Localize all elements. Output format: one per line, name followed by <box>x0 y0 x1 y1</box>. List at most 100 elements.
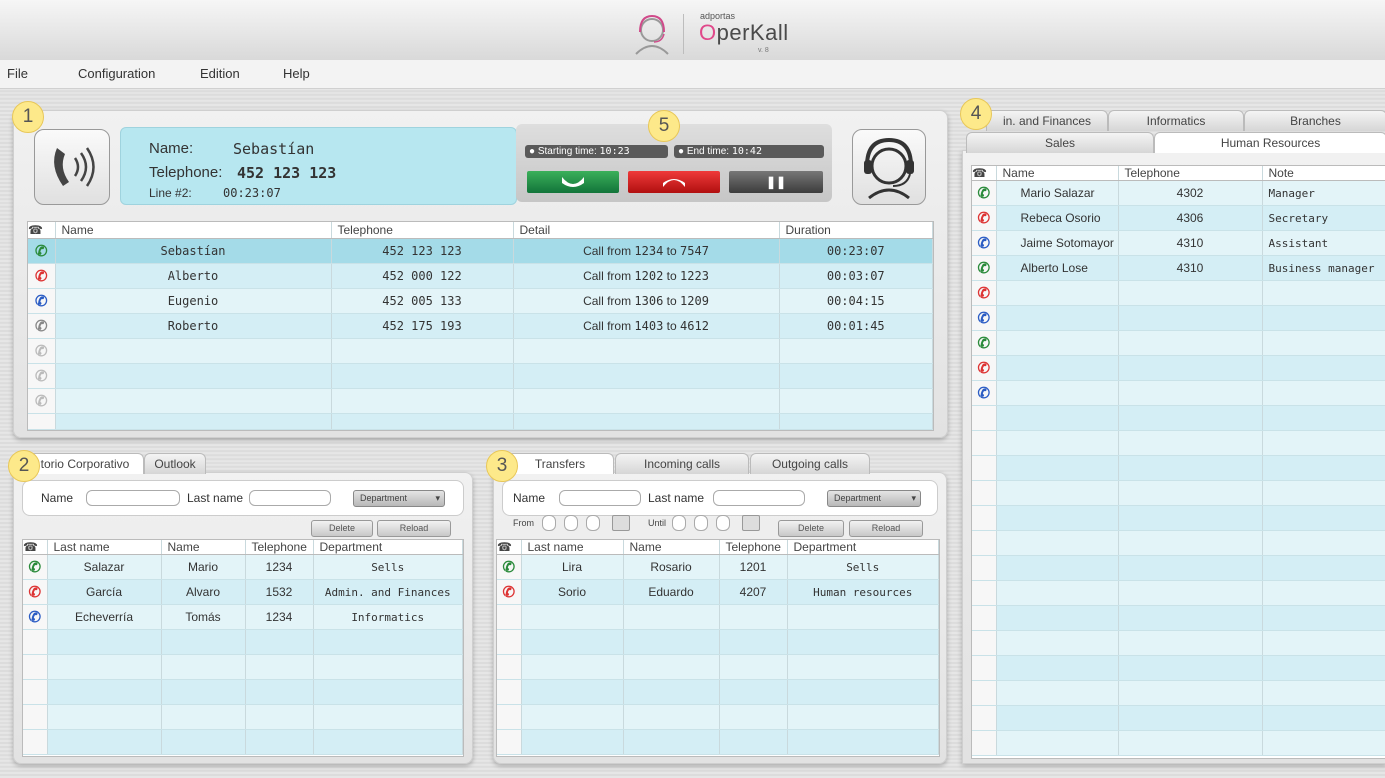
contact-row[interactable]: ✆ Salazar Mario 1234 Sells <box>23 554 463 580</box>
incoming-call-icon: ✆ <box>502 559 516 576</box>
call-row[interactable]: ✆ Sebastían 452 123 123 Call from 1234 t… <box>28 238 933 264</box>
contact-row[interactable]: ✆ García Alvaro 1532 Admin. and Finances <box>23 579 463 605</box>
employee-note: Secretary <box>1262 205 1385 231</box>
tab-corporate-directory[interactable]: torio Corporativo <box>26 453 144 474</box>
name-filter-input[interactable] <box>559 490 641 506</box>
col-header-telephone[interactable]: Telephone <box>331 222 514 239</box>
employee-row[interactable]: ✆ Mario Salazar 4302 Manager <box>972 180 1385 206</box>
reload-button[interactable]: Reload <box>849 520 923 537</box>
until-month-input[interactable] <box>694 515 708 531</box>
tab-branches[interactable]: Branches <box>1244 110 1385 131</box>
empty-row <box>23 654 463 680</box>
until-day-input[interactable] <box>672 515 686 531</box>
employee-note: Business manager <box>1262 255 1385 281</box>
employee-row[interactable]: ✆ Alberto Lose 4310 Business manager <box>972 255 1385 281</box>
tab-sales[interactable]: Sales <box>966 132 1154 153</box>
until-calendar-icon[interactable] <box>742 515 760 531</box>
from-calendar-icon[interactable] <box>612 515 630 531</box>
operator-button[interactable] <box>852 129 926 205</box>
col-header-department[interactable]: Department <box>787 540 939 555</box>
from-label: From <box>513 518 534 528</box>
phone-column-icon: ☎ <box>28 222 56 239</box>
empty-row <box>23 704 463 730</box>
col-header-detail[interactable]: Detail <box>513 222 780 239</box>
from-month-input[interactable] <box>564 515 578 531</box>
col-header-telephone[interactable]: Telephone <box>719 540 788 555</box>
tab-incoming-calls[interactable]: Incoming calls <box>615 453 749 474</box>
col-header-lastname[interactable]: Last name <box>47 540 162 555</box>
tab-outlook[interactable]: Outlook <box>144 453 206 474</box>
until-year-input[interactable] <box>716 515 730 531</box>
contact-department: Informatics <box>313 604 463 630</box>
delete-button[interactable]: Delete <box>311 520 373 537</box>
employee-name: Rebeca Osorio <box>996 205 1119 231</box>
col-header-telephone[interactable]: Telephone <box>245 540 314 555</box>
menu-bar: File Configuration Edition Help <box>0 60 1385 89</box>
phone-button[interactable] <box>34 129 110 205</box>
lastname-filter-label: Last name <box>187 491 244 505</box>
menu-file[interactable]: File <box>7 66 28 81</box>
from-year-input[interactable] <box>586 515 600 531</box>
call-name: Alberto <box>55 263 332 289</box>
history-row[interactable]: ✆ Lira Rosario 1201 Sells <box>497 554 939 580</box>
call-detail: Call from 1202 to 1223 <box>513 263 780 289</box>
col-header-lastname[interactable]: Last name <box>521 540 624 555</box>
empty-row <box>972 505 1385 531</box>
employee-row[interactable]: ✆ Rebeca Osorio 4306 Secretary <box>972 205 1385 231</box>
col-header-name[interactable]: Name <box>996 166 1119 181</box>
employee-note: Manager <box>1262 180 1385 206</box>
line-timer: 00:23:07 <box>223 186 281 200</box>
call-row[interactable]: ✆ Alberto 452 000 122 Call from 1202 to … <box>28 263 933 289</box>
call-detail: Call from 1234 to 7547 <box>513 238 780 264</box>
menu-edition[interactable]: Edition <box>200 66 240 81</box>
line-label: Line #2: <box>149 186 192 200</box>
col-header-duration[interactable]: Duration <box>779 222 933 239</box>
lastname-filter-input[interactable] <box>249 490 331 506</box>
call-detail: Call from 1306 to 1209 <box>513 288 780 314</box>
tab-transfers[interactable]: Transfers <box>506 453 614 474</box>
tab-informatics[interactable]: Informatics <box>1108 110 1244 131</box>
empty-row <box>497 729 939 755</box>
incoming-call-icon: ✆ <box>977 260 991 277</box>
history-row[interactable]: ✆ Sorio Eduardo 4207 Human resources <box>497 579 939 605</box>
contact-row[interactable]: ✆ Echeverría Tomás 1234 Informatics <box>23 604 463 630</box>
department-select[interactable]: Department ▾ <box>827 490 921 507</box>
answer-button[interactable] <box>527 171 619 193</box>
call-row[interactable]: ✆ Roberto 452 175 193 Call from 1403 to … <box>28 313 933 339</box>
history-department: Sells <box>787 554 939 580</box>
hangup-button[interactable] <box>628 171 720 193</box>
col-header-name[interactable]: Name <box>55 222 332 239</box>
empty-row <box>972 580 1385 606</box>
col-header-note[interactable]: Note <box>1262 166 1385 181</box>
department-select[interactable]: Department ▾ <box>353 490 445 507</box>
delete-button[interactable]: Delete <box>778 520 844 537</box>
empty-row: ✆ <box>972 330 1385 356</box>
col-header-telephone[interactable]: Telephone <box>1118 166 1263 181</box>
empty-row <box>497 704 939 730</box>
tab-outgoing-calls[interactable]: Outgoing calls <box>750 453 870 474</box>
menu-configuration[interactable]: Configuration <box>78 66 155 81</box>
call-phone: 452 005 133 <box>331 288 514 314</box>
call-row[interactable]: ✆ Eugenio 452 005 133 Call from 1306 to … <box>28 288 933 314</box>
tab-admin-finances[interactable]: in. and Finances <box>986 110 1108 131</box>
name-filter-input[interactable] <box>86 490 180 506</box>
col-header-name[interactable]: Name <box>161 540 246 555</box>
transfer-call-icon: ✆ <box>977 310 991 327</box>
employee-row[interactable]: ✆ Jaime Sotomayor 4310 Assistant <box>972 230 1385 256</box>
col-header-department[interactable]: Department <box>313 540 463 555</box>
empty-row <box>23 679 463 705</box>
history-lastname: Sorio <box>521 579 624 605</box>
pause-button[interactable]: ❚❚ <box>729 171 823 193</box>
empty-row: ✆ <box>28 388 933 414</box>
from-day-input[interactable] <box>542 515 556 531</box>
brand-version: v. 8 <box>758 47 769 54</box>
caller-info-card: Name: Sebastían Telephone: 452 123 123 L… <box>120 127 517 205</box>
col-header-name[interactable]: Name <box>623 540 720 555</box>
menu-help[interactable]: Help <box>283 66 310 81</box>
tab-human-resources[interactable]: Human Resources <box>1154 132 1385 153</box>
caller-name-label: Name: <box>149 140 194 157</box>
history-phone: 4207 <box>719 579 788 605</box>
empty-row: ✆ <box>972 355 1385 381</box>
lastname-filter-input[interactable] <box>713 490 805 506</box>
reload-button[interactable]: Reload <box>377 520 451 537</box>
